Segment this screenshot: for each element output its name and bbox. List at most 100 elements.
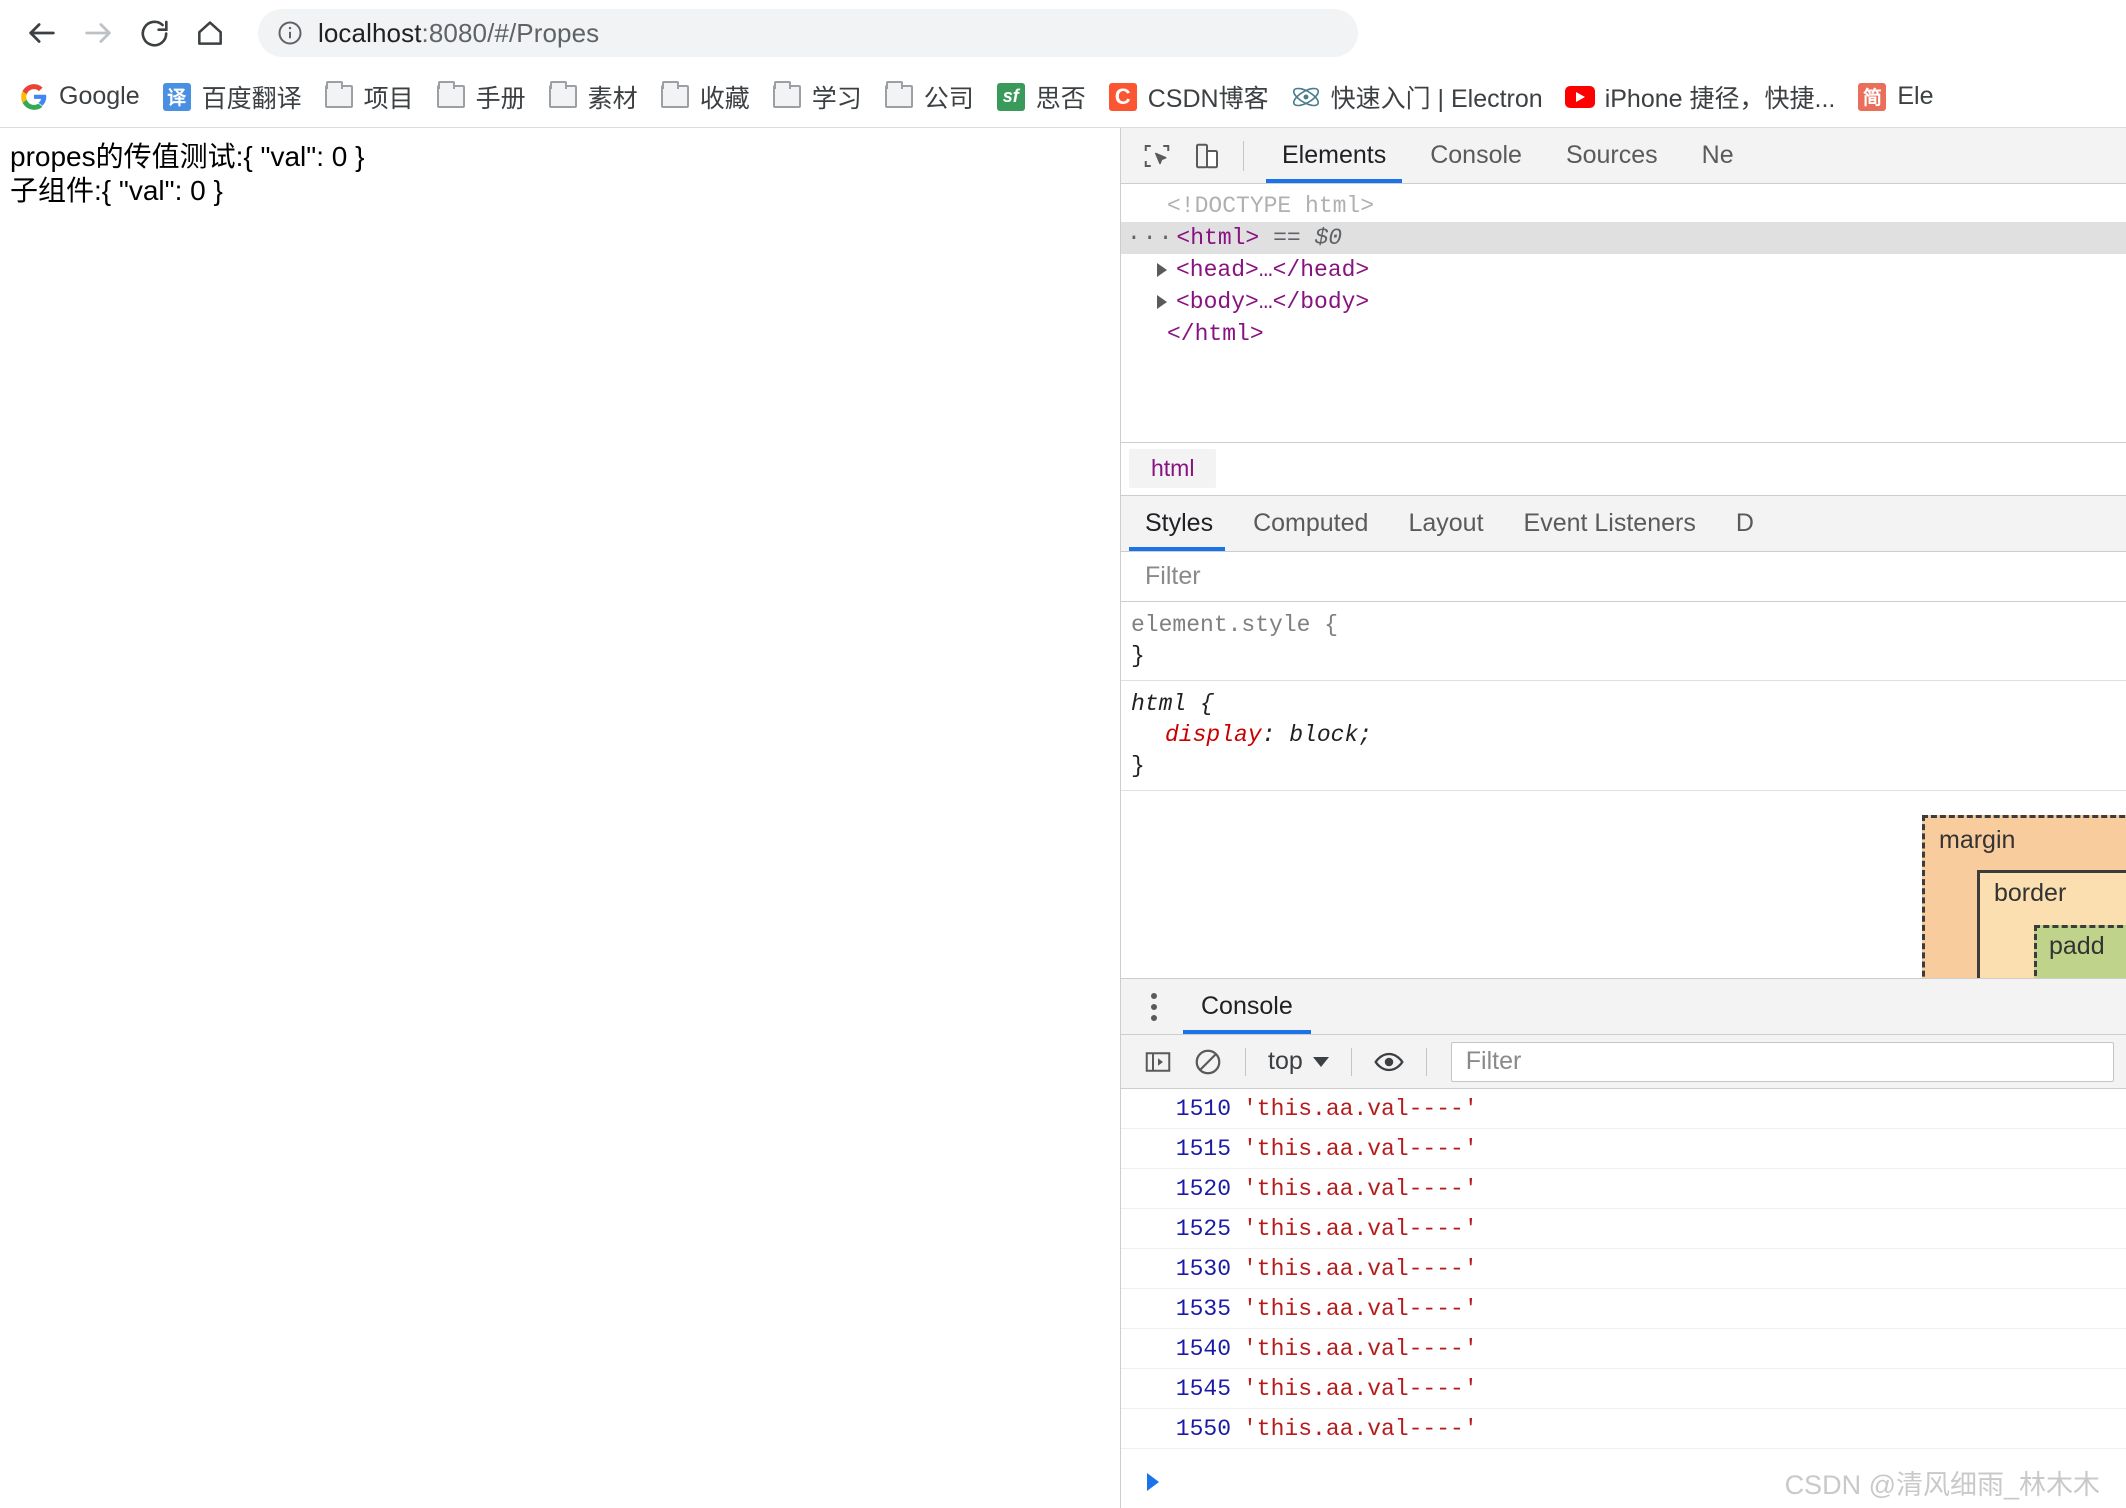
bookmark-electron[interactable]: 快速入门 | Electron [1280,74,1554,120]
reload-button[interactable] [126,5,182,61]
bookmark-folder-shouce[interactable]: 手册 [425,74,537,120]
console-log-row[interactable]: 1535 'this.aa.val----' [1121,1289,2126,1329]
doctype-text: <!DOCTYPE html> [1167,193,1375,219]
log-message: 'this.aa.val----' [1243,1335,1478,1362]
bookmark-label: 收藏 [699,84,750,113]
box-model-padding-label: padd [2049,932,2105,961]
kebab-menu-icon[interactable] [1129,979,1179,1034]
bookmark-jianshu[interactable]: 简 Ele [1846,74,1944,120]
electron-icon [1291,82,1321,112]
console-log-row[interactable]: 1525 'this.aa.val----' [1121,1209,2126,1249]
bookmark-folder-sucai[interactable]: 素材 [537,74,649,120]
devtools-tabs: Elements Console Sources Ne [1260,128,1756,183]
google-g-icon [19,82,49,112]
console-input-prompt[interactable]: CSDN @清风细雨_林木木 [1121,1456,2126,1508]
address-bar[interactable]: localhost:8080/#/Propes [258,9,1358,57]
bookmark-label: 素材 [587,84,638,113]
jianshu-glyph: 简 [1858,82,1887,111]
css-rule-element-style[interactable]: element.style { } [1121,601,2126,682]
home-icon [198,21,222,45]
console-filter-input[interactable]: Filter [1450,1041,2114,1082]
live-expression-button[interactable] [1366,1039,1412,1085]
console-log-row[interactable]: 1545 'this.aa.val----' [1121,1369,2126,1409]
tab-dom-breakpoints[interactable]: D [1716,496,1774,551]
box-model-border-label: border [1994,879,2067,908]
bookmark-label: 快速入门 | Electron [1330,84,1543,113]
bookmark-label: 思否 [1035,84,1086,113]
page-text-parent: propes的传值测试:{ "val": 0 } [10,141,365,172]
box-model-border[interactable]: border padd [1977,870,2126,978]
live-expression-eye-icon [1374,1052,1404,1071]
console-log-row[interactable]: 1510 'this.aa.val----' [1121,1089,2126,1129]
css-close-brace: } [1131,753,1145,780]
console-log-row[interactable]: 1550 'this.aa.val----' [1121,1409,2126,1449]
forward-button[interactable] [70,5,126,61]
translate-glyph: 译 [162,82,191,111]
log-repeat-count: 1520 [1175,1175,1231,1202]
dom-node-doctype[interactable]: <!DOCTYPE html> [1121,190,2126,222]
tab-sources[interactable]: Sources [1544,128,1680,183]
tab-layout[interactable]: Layout [1388,496,1503,551]
css-selector: element.style { [1131,611,1339,638]
segmentfault-icon: sf [996,82,1026,112]
console-context-selector[interactable]: top [1260,1047,1337,1076]
console-log-row[interactable]: 1555 'this.aa.val----' [1121,1449,2126,1457]
bookmark-folder-shoucang[interactable]: 收藏 [649,74,761,120]
bookmark-google[interactable]: Google [8,74,151,120]
console-log-row[interactable]: 1530 'this.aa.val----' [1121,1249,2126,1289]
tab-styles[interactable]: Styles [1121,496,1233,551]
css-property[interactable]: display [1131,722,1262,748]
log-message: 'this.aa.val----' [1243,1095,1478,1122]
tab-elements[interactable]: Elements [1260,128,1408,183]
forward-arrow-icon [85,23,111,43]
home-button[interactable] [182,5,238,61]
css-rule-html[interactable]: html { display: block; } [1121,681,2126,792]
expand-triangle-icon[interactable] [1157,294,1167,309]
console-log-list: 1510 'this.aa.val----' 1515 'this.aa.val… [1121,1089,2126,1456]
dom-node-html-close[interactable]: </html> [1121,318,2126,350]
console-log-row[interactable]: 1515 'this.aa.val----' [1121,1129,2126,1169]
console-sidebar-button[interactable] [1135,1039,1181,1085]
console-log-row[interactable]: 1540 'this.aa.val----' [1121,1329,2126,1369]
dom-node-head[interactable]: <head>…</head> [1121,254,2126,286]
folder-icon [436,81,466,112]
box-model-margin[interactable]: margin border padd [1922,815,2126,978]
box-model-padding[interactable]: padd [2034,925,2126,978]
tab-network[interactable]: Ne [1680,128,1756,183]
expand-triangle-icon[interactable] [1157,262,1167,277]
dom-node-body[interactable]: <body>…</body> [1121,286,2126,318]
url-host: localhost [318,17,422,48]
dom-node-html[interactable]: ···<html> == $0 [1121,221,2126,254]
url-path: :8080/#/Propes [421,17,600,48]
bookmark-csdn[interactable]: C CSDN博客 [1097,74,1280,120]
tab-event-listeners[interactable]: Event Listeners [1504,496,1716,551]
translate-icon: 译 [162,82,192,112]
bookmark-segmentfault[interactable]: sf 思否 [985,74,1097,120]
head-tag: <head>…</head> [1176,256,1370,283]
console-log-row[interactable]: 1520 'this.aa.val----' [1121,1169,2126,1209]
page-viewport: propes的传值测试:{ "val": 0 } 子组件:{ "val": 0 … [0,128,1120,1508]
device-toolbar-icon [1196,143,1218,168]
tab-computed[interactable]: Computed [1233,496,1388,551]
bookmark-label: Ele [1897,82,1934,110]
clear-console-button[interactable] [1185,1039,1231,1085]
bookmark-folder-gongsi[interactable]: 公司 [873,74,985,120]
styles-filter-input[interactable]: Filter [1121,551,2126,602]
dom-tree-empty-space [1121,349,2126,442]
log-message: 'this.aa.val----' [1243,1415,1478,1442]
css-value[interactable]: block; [1289,722,1372,748]
log-repeat-count: 1540 [1175,1335,1231,1362]
tab-console[interactable]: Console [1408,128,1544,183]
bookmark-folder-xuexi[interactable]: 学习 [761,74,873,120]
log-repeat-count: 1530 [1175,1255,1231,1282]
bookmark-baidu-translate[interactable]: 译 百度翻译 [151,74,313,120]
log-repeat-count: 1515 [1175,1135,1231,1162]
back-button[interactable] [14,5,70,61]
breadcrumb-item-html[interactable]: html [1129,449,1217,489]
device-toolbar-button[interactable] [1185,134,1229,178]
bookmark-folder-xiangmu[interactable]: 项目 [313,74,425,120]
folder-icon [660,81,690,112]
bookmark-youtube[interactable]: iPhone 捷径，快捷... [1554,74,1847,120]
inspect-element-button[interactable] [1135,134,1179,178]
drawer-tab-console[interactable]: Console [1179,979,1315,1034]
